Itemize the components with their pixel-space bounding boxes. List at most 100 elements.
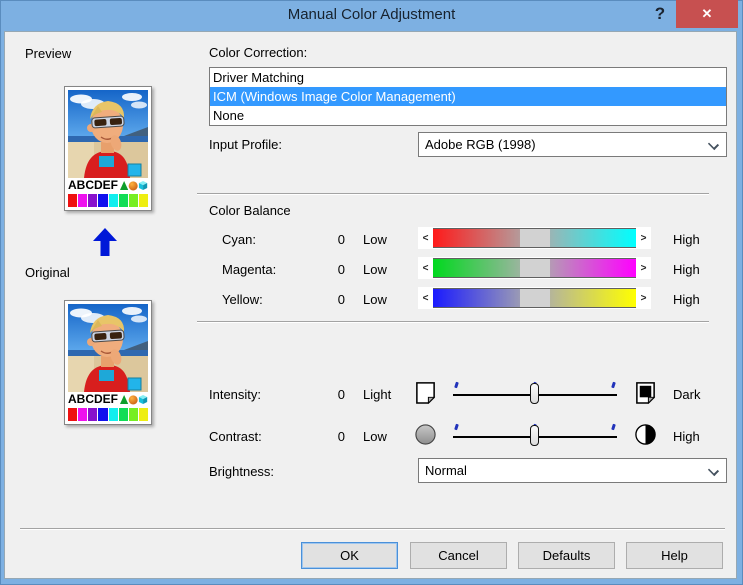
yellow-thumb[interactable] xyxy=(520,289,550,307)
tick xyxy=(611,382,616,389)
contrast-label: Contrast: xyxy=(209,429,262,444)
magenta-track-left[interactable] xyxy=(433,259,520,277)
contrast-slider-thumb[interactable] xyxy=(530,425,539,446)
titlebar: Manual Color Adjustment ? ✕ xyxy=(0,0,743,31)
test-pattern-shapes-icon xyxy=(120,393,148,406)
cyan-slider[interactable]: < > xyxy=(418,227,651,249)
manual-color-adjustment-dialog: Manual Color Adjustment ? ✕ Preview xyxy=(0,0,743,585)
preview-image: ABCDEF xyxy=(64,86,152,211)
list-item-none[interactable]: None xyxy=(210,106,726,125)
cyan-track[interactable] xyxy=(433,228,636,248)
contrast-high-label: High xyxy=(673,429,700,444)
tick xyxy=(454,424,459,431)
swatch xyxy=(68,194,77,207)
swatch xyxy=(109,408,118,421)
color-correction-listbox[interactable]: Driver Matching ICM (Windows Image Color… xyxy=(209,67,727,126)
intensity-light-label: Light xyxy=(363,387,391,402)
tick xyxy=(611,424,616,431)
original-image: ABCDEF xyxy=(64,300,152,425)
test-pattern-text: ABCDEF xyxy=(68,392,118,407)
magenta-increase-arrow[interactable]: > xyxy=(636,257,651,279)
swatch xyxy=(139,194,148,207)
swatch xyxy=(88,408,97,421)
defaults-button[interactable]: Defaults xyxy=(518,542,615,569)
intensity-label: Intensity: xyxy=(209,387,261,402)
dialog-body: Preview xyxy=(4,31,737,579)
intensity-slider[interactable] xyxy=(451,381,619,405)
magenta-slider[interactable]: < > xyxy=(418,257,651,279)
cyan-high-label: High xyxy=(673,232,700,247)
light-page-icon xyxy=(414,381,437,404)
close-icon: ✕ xyxy=(702,6,713,21)
contrast-low-label2: Low xyxy=(363,429,387,444)
contrast-slider[interactable] xyxy=(451,423,619,447)
yellow-decrease-arrow[interactable]: < xyxy=(418,287,433,309)
low-contrast-circle-icon xyxy=(414,423,437,446)
close-button[interactable]: ✕ xyxy=(676,0,738,28)
yellow-track[interactable] xyxy=(433,288,636,308)
brightness-value: Normal xyxy=(425,463,467,478)
preview-label: Preview xyxy=(25,46,71,61)
help-button[interactable]: Help xyxy=(626,542,723,569)
cyan-increase-arrow[interactable]: > xyxy=(636,227,651,249)
swatch xyxy=(98,194,107,207)
separator xyxy=(20,528,725,530)
swatch xyxy=(129,408,138,421)
magenta-value: 0 xyxy=(315,262,345,277)
color-swatch-row xyxy=(68,194,148,207)
ok-button[interactable]: OK xyxy=(301,542,398,569)
yellow-increase-arrow[interactable]: > xyxy=(636,287,651,309)
cyan-decrease-arrow[interactable]: < xyxy=(418,227,433,249)
yellow-track-right[interactable] xyxy=(550,289,637,307)
intensity-slider-thumb[interactable] xyxy=(530,383,539,404)
cyan-thumb[interactable] xyxy=(520,229,550,247)
brightness-dropdown[interactable]: Normal xyxy=(418,458,727,483)
yellow-label: Yellow: xyxy=(222,292,263,307)
yellow-high-label: High xyxy=(673,292,700,307)
chevron-down-icon xyxy=(709,140,717,148)
high-contrast-circle-icon xyxy=(634,423,657,446)
cyan-track-left[interactable] xyxy=(433,229,520,247)
magenta-track[interactable] xyxy=(433,258,636,278)
input-profile-label: Input Profile: xyxy=(209,137,282,152)
list-item-driver-matching[interactable]: Driver Matching xyxy=(210,68,726,87)
yellow-value: 0 xyxy=(315,292,345,307)
chevron-down-icon xyxy=(709,466,717,474)
swatch xyxy=(98,408,107,421)
original-label: Original xyxy=(25,265,70,280)
yellow-track-left[interactable] xyxy=(433,289,520,307)
dark-page-icon xyxy=(634,381,657,404)
cancel-button[interactable]: Cancel xyxy=(410,542,507,569)
test-pattern-text: ABCDEF xyxy=(68,178,118,193)
swatch xyxy=(129,194,138,207)
cyan-label: Cyan: xyxy=(222,232,256,247)
input-profile-value: Adobe RGB (1998) xyxy=(425,137,536,152)
intensity-value: 0 xyxy=(315,387,345,402)
contrast-value: 0 xyxy=(315,429,345,444)
magenta-thumb[interactable] xyxy=(520,259,550,277)
magenta-track-right[interactable] xyxy=(550,259,637,277)
color-correction-label: Color Correction: xyxy=(209,45,307,60)
swatch xyxy=(78,194,87,207)
up-arrow-icon xyxy=(93,228,117,256)
intensity-dark-label: Dark xyxy=(673,387,700,402)
input-profile-dropdown[interactable]: Adobe RGB (1998) xyxy=(418,132,727,157)
swatch xyxy=(88,194,97,207)
color-balance-label: Color Balance xyxy=(209,203,291,218)
dialog-title: Manual Color Adjustment xyxy=(0,0,743,31)
help-icon[interactable]: ? xyxy=(645,0,675,28)
cyan-value: 0 xyxy=(315,232,345,247)
test-pattern-shapes-icon xyxy=(120,179,148,192)
tick xyxy=(454,382,459,389)
separator xyxy=(197,321,709,323)
color-swatch-row xyxy=(68,408,148,421)
swatch xyxy=(109,194,118,207)
yellow-slider[interactable]: < > xyxy=(418,287,651,309)
brightness-label: Brightness: xyxy=(209,464,274,479)
cyan-low-label: Low xyxy=(363,232,387,247)
swatch xyxy=(119,194,128,207)
list-item-icm-selected[interactable]: ICM (Windows Image Color Management) xyxy=(210,87,726,106)
separator xyxy=(197,193,709,195)
magenta-decrease-arrow[interactable]: < xyxy=(418,257,433,279)
cyan-track-right[interactable] xyxy=(550,229,637,247)
